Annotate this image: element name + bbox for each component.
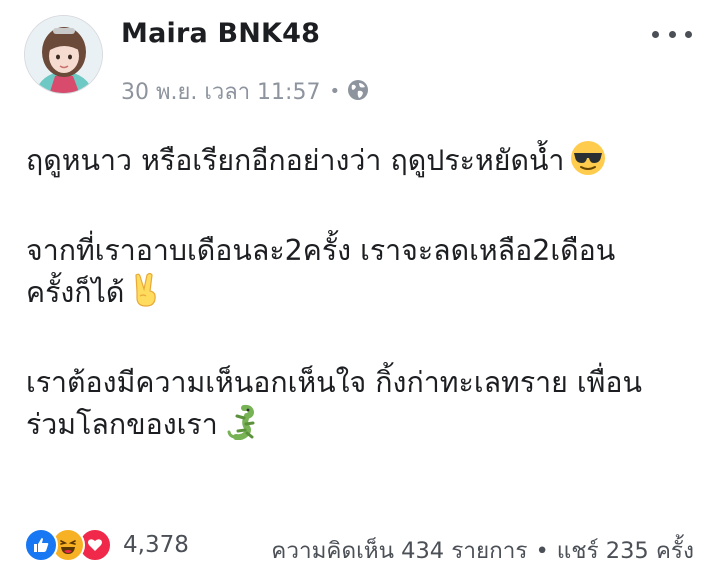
- dot-icon: [685, 30, 692, 38]
- stats-separator: •: [535, 538, 549, 564]
- post-header: Maira BNK48 30 พ.ย. เวลา 11:57 •: [0, 0, 720, 110]
- lizard-emoji-icon: [224, 404, 260, 452]
- reaction-count[interactable]: 4,378: [123, 532, 189, 558]
- shares-count-link[interactable]: แชร์ 235 ครั้ง: [557, 538, 694, 564]
- globe-icon[interactable]: [347, 79, 369, 101]
- post-paragraph: ฤดูหนาว หรือเรียกอีกอย่างว่า ฤดูประหยัดน…: [26, 140, 706, 188]
- post-paragraph: เราต้องมีความเห็นอกเห็นใจ กิ้งก่าทะเลทรา…: [26, 362, 706, 452]
- dot-icon: [668, 30, 676, 38]
- post-text: ร่วมโลกของเรา: [26, 408, 218, 441]
- post-meta: 30 พ.ย. เวลา 11:57 •: [121, 74, 369, 109]
- avatar-image: [25, 16, 102, 93]
- meta-separator: •: [329, 81, 341, 102]
- post-line: เราต้องมีความเห็นอกเห็นใจ กิ้งก่าทะเลทรา…: [26, 366, 643, 399]
- avatar[interactable]: [24, 15, 103, 94]
- post-line: ร่วมโลกของเรา: [26, 404, 706, 452]
- post-timestamp[interactable]: 30 พ.ย. เวลา 11:57: [121, 74, 320, 109]
- comments-count-link[interactable]: ความคิดเห็น 434 รายการ: [271, 538, 527, 564]
- post-stats: ความคิดเห็น 434 รายการ • แชร์ 235 ครั้ง: [271, 532, 694, 568]
- sunglasses-emoji-icon: [570, 140, 606, 188]
- like-reaction-icon: [24, 528, 58, 562]
- author-name[interactable]: Maira BNK48: [121, 18, 320, 49]
- post-line: จากที่เราอาบเดือนละ2ครั้ง เราจะลดเหลือ2เ…: [26, 234, 616, 267]
- post-text: ครั้งก็ได้: [26, 276, 125, 309]
- dot-icon: [652, 30, 659, 38]
- post-line: ครั้งก็ได้: [26, 272, 706, 320]
- more-options-button[interactable]: [652, 20, 692, 48]
- post-text: ฤดูหนาว หรือเรียกอีกอย่างว่า ฤดูประหยัดน…: [26, 144, 565, 177]
- post-body: ฤดูหนาว หรือเรียกอีกอย่างว่า ฤดูประหยัดน…: [26, 140, 706, 494]
- post-line: ฤดูหนาว หรือเรียกอีกอย่างว่า ฤดูประหยัดน…: [26, 140, 706, 188]
- post-paragraph: จากที่เราอาบเดือนละ2ครั้ง เราจะลดเหลือ2เ…: [26, 230, 706, 320]
- reactions-summary[interactable]: 4,378: [24, 528, 189, 562]
- victory-hand-emoji-icon: [130, 272, 160, 320]
- post-footer: 4,378 ความคิดเห็น 434 รายการ • แชร์ 235 คร…: [0, 526, 720, 566]
